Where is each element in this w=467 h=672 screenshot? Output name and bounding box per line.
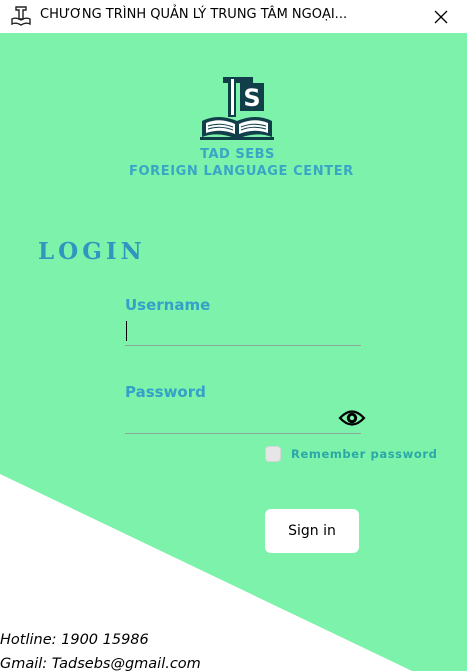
remember-password-toggle[interactable]: Remember password — [265, 446, 437, 462]
window-title: CHƯƠNG TRÌNH QUẢN LÝ TRUNG TÂM NGOẠI... — [40, 7, 348, 22]
ts-book-logo: S — [200, 77, 274, 140]
remember-label: Remember password — [291, 447, 438, 461]
password-input[interactable] — [125, 411, 361, 434]
brand-tagline: FOREIGN LANGUAGE CENTER — [129, 164, 354, 179]
username-label: Username — [125, 296, 211, 314]
window-titlebar: CHƯƠNG TRÌNH QUẢN LÝ TRUNG TÂM NGOẠI... — [0, 0, 467, 33]
text-caret — [126, 321, 127, 341]
username-input[interactable] — [125, 323, 361, 346]
remember-checkbox[interactable] — [265, 446, 281, 462]
svg-text:S: S — [243, 84, 260, 112]
close-button[interactable] — [415, 0, 467, 33]
sign-in-button[interactable]: Sign in — [265, 509, 359, 553]
password-label: Password — [125, 383, 206, 401]
ts-logo-icon — [11, 6, 31, 26]
eye-icon[interactable] — [338, 406, 366, 430]
login-title: LOGIN — [38, 238, 146, 265]
gmail-text: Gmail: Tadsebs@gmail.com — [0, 656, 201, 672]
brand-name: TAD SEBS — [200, 147, 275, 162]
close-icon — [434, 10, 448, 23]
hotline-text: Hotline: 1900 15986 — [0, 632, 149, 648]
